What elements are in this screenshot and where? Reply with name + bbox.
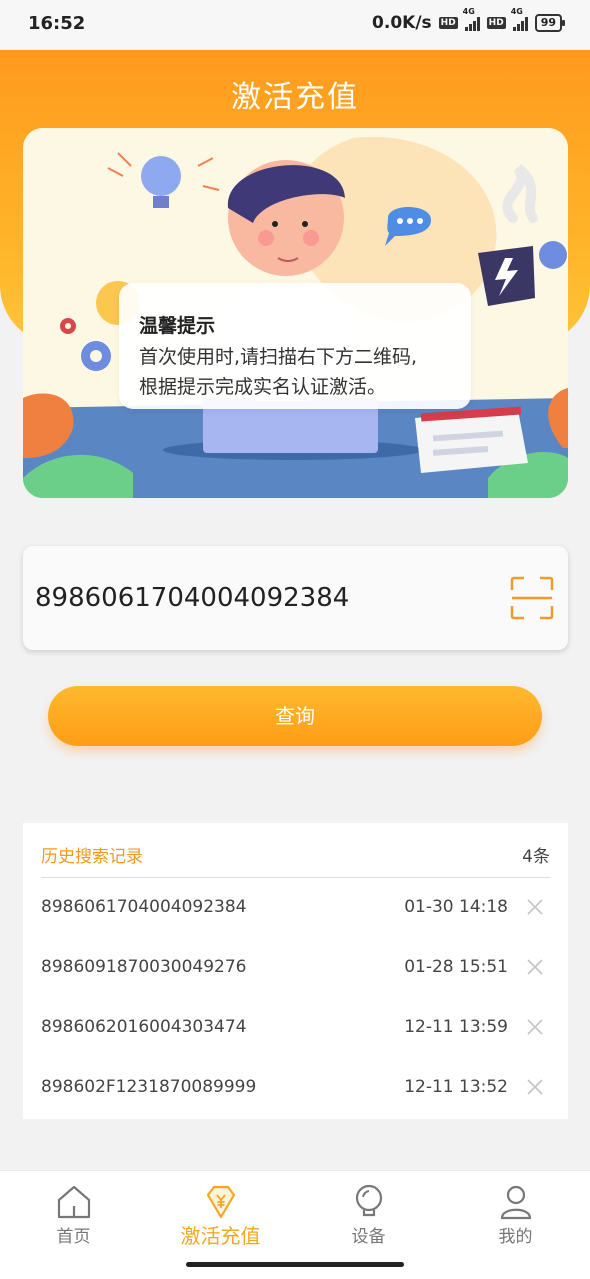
- history-header: 历史搜索记录 4条: [41, 842, 550, 867]
- close-icon[interactable]: [526, 898, 544, 916]
- nav-item-device[interactable]: 设备: [295, 1171, 442, 1261]
- history-time: 01-30 14:18: [404, 897, 508, 917]
- nav-item-mine[interactable]: 我的: [442, 1171, 589, 1261]
- hd-badge-2: HD: [486, 17, 506, 29]
- user-icon: [500, 1185, 532, 1220]
- history-iccid[interactable]: 898602F1231870089999: [41, 1077, 256, 1097]
- tip-line-2: 根据提示完成实名认证激活。: [139, 376, 387, 398]
- search-history-panel: 历史搜索记录 4条 8986061704004092384 01-30 14:1…: [23, 823, 568, 1119]
- history-time: 12-11 13:52: [404, 1077, 508, 1097]
- nav-label-device: 设备: [351, 1227, 386, 1247]
- history-time: 01-28 15:51: [404, 957, 508, 977]
- banner-illustration: 温馨提示 首次使用时,请扫描右下方二维码, 根据提示完成实名认证激活。: [23, 128, 568, 498]
- network-speed: 0.0K/s: [372, 13, 432, 33]
- hd-badge-1: HD: [438, 17, 458, 29]
- home-icon: [57, 1185, 91, 1219]
- network-type-label-1: 4G: [462, 7, 475, 16]
- iccid-input[interactable]: [35, 578, 475, 618]
- query-button[interactable]: 查询: [48, 686, 542, 746]
- tip-line-1: 首次使用时,请扫描右下方二维码,: [139, 346, 418, 368]
- history-row[interactable]: 8986061704004092384 01-30 14:18: [41, 879, 550, 939]
- iccid-search-box: [23, 546, 568, 650]
- history-time: 12-11 13:59: [404, 1017, 508, 1037]
- network-type-label-2: 4G: [510, 7, 523, 16]
- status-bar: 16:52 0.0K/s HD 4G HD 4G 99: [0, 0, 590, 50]
- history-count: 4条: [522, 847, 550, 867]
- bulb-icon: [355, 1184, 383, 1217]
- battery-icon: 99: [534, 14, 566, 32]
- status-time: 16:52: [28, 13, 86, 34]
- scan-qr-icon[interactable]: [510, 576, 554, 620]
- history-iccid[interactable]: 8986061704004092384: [41, 897, 247, 917]
- divider: [41, 877, 550, 878]
- nav-label-mine: 我的: [498, 1227, 533, 1247]
- signal-strength-icon-2: 4G: [511, 7, 528, 31]
- page-title: 激活充值: [231, 80, 359, 115]
- close-icon[interactable]: [526, 958, 544, 976]
- history-title: 历史搜索记录: [41, 847, 143, 867]
- history-row[interactable]: 898602F1231870089999 12-11 13:52: [41, 1059, 550, 1119]
- close-icon[interactable]: [526, 1078, 544, 1096]
- history-iccid[interactable]: 8986091870030049276: [41, 957, 247, 977]
- tip-title: 温馨提示: [139, 315, 216, 337]
- history-iccid[interactable]: 8986062016004303474: [41, 1017, 247, 1037]
- nav-label-recharge: 激活充值: [180, 1224, 261, 1248]
- nav-label-home: 首页: [56, 1227, 91, 1247]
- nav-item-recharge[interactable]: 激活充值: [147, 1171, 294, 1261]
- status-indicators: 0.0K/s HD 4G HD 4G 99: [372, 7, 566, 33]
- home-indicator: [186, 1262, 404, 1267]
- signal-strength-icon-1: 4G: [463, 7, 480, 31]
- nav-item-home[interactable]: 首页: [0, 1171, 147, 1261]
- close-icon[interactable]: [526, 1018, 544, 1036]
- yuan-diamond-icon: [206, 1185, 236, 1219]
- history-row[interactable]: 8986062016004303474 12-11 13:59: [41, 999, 550, 1059]
- tip-card: 温馨提示 首次使用时,请扫描右下方二维码, 根据提示完成实名认证激活。: [119, 283, 471, 409]
- history-row[interactable]: 8986091870030049276 01-28 15:51: [41, 939, 550, 999]
